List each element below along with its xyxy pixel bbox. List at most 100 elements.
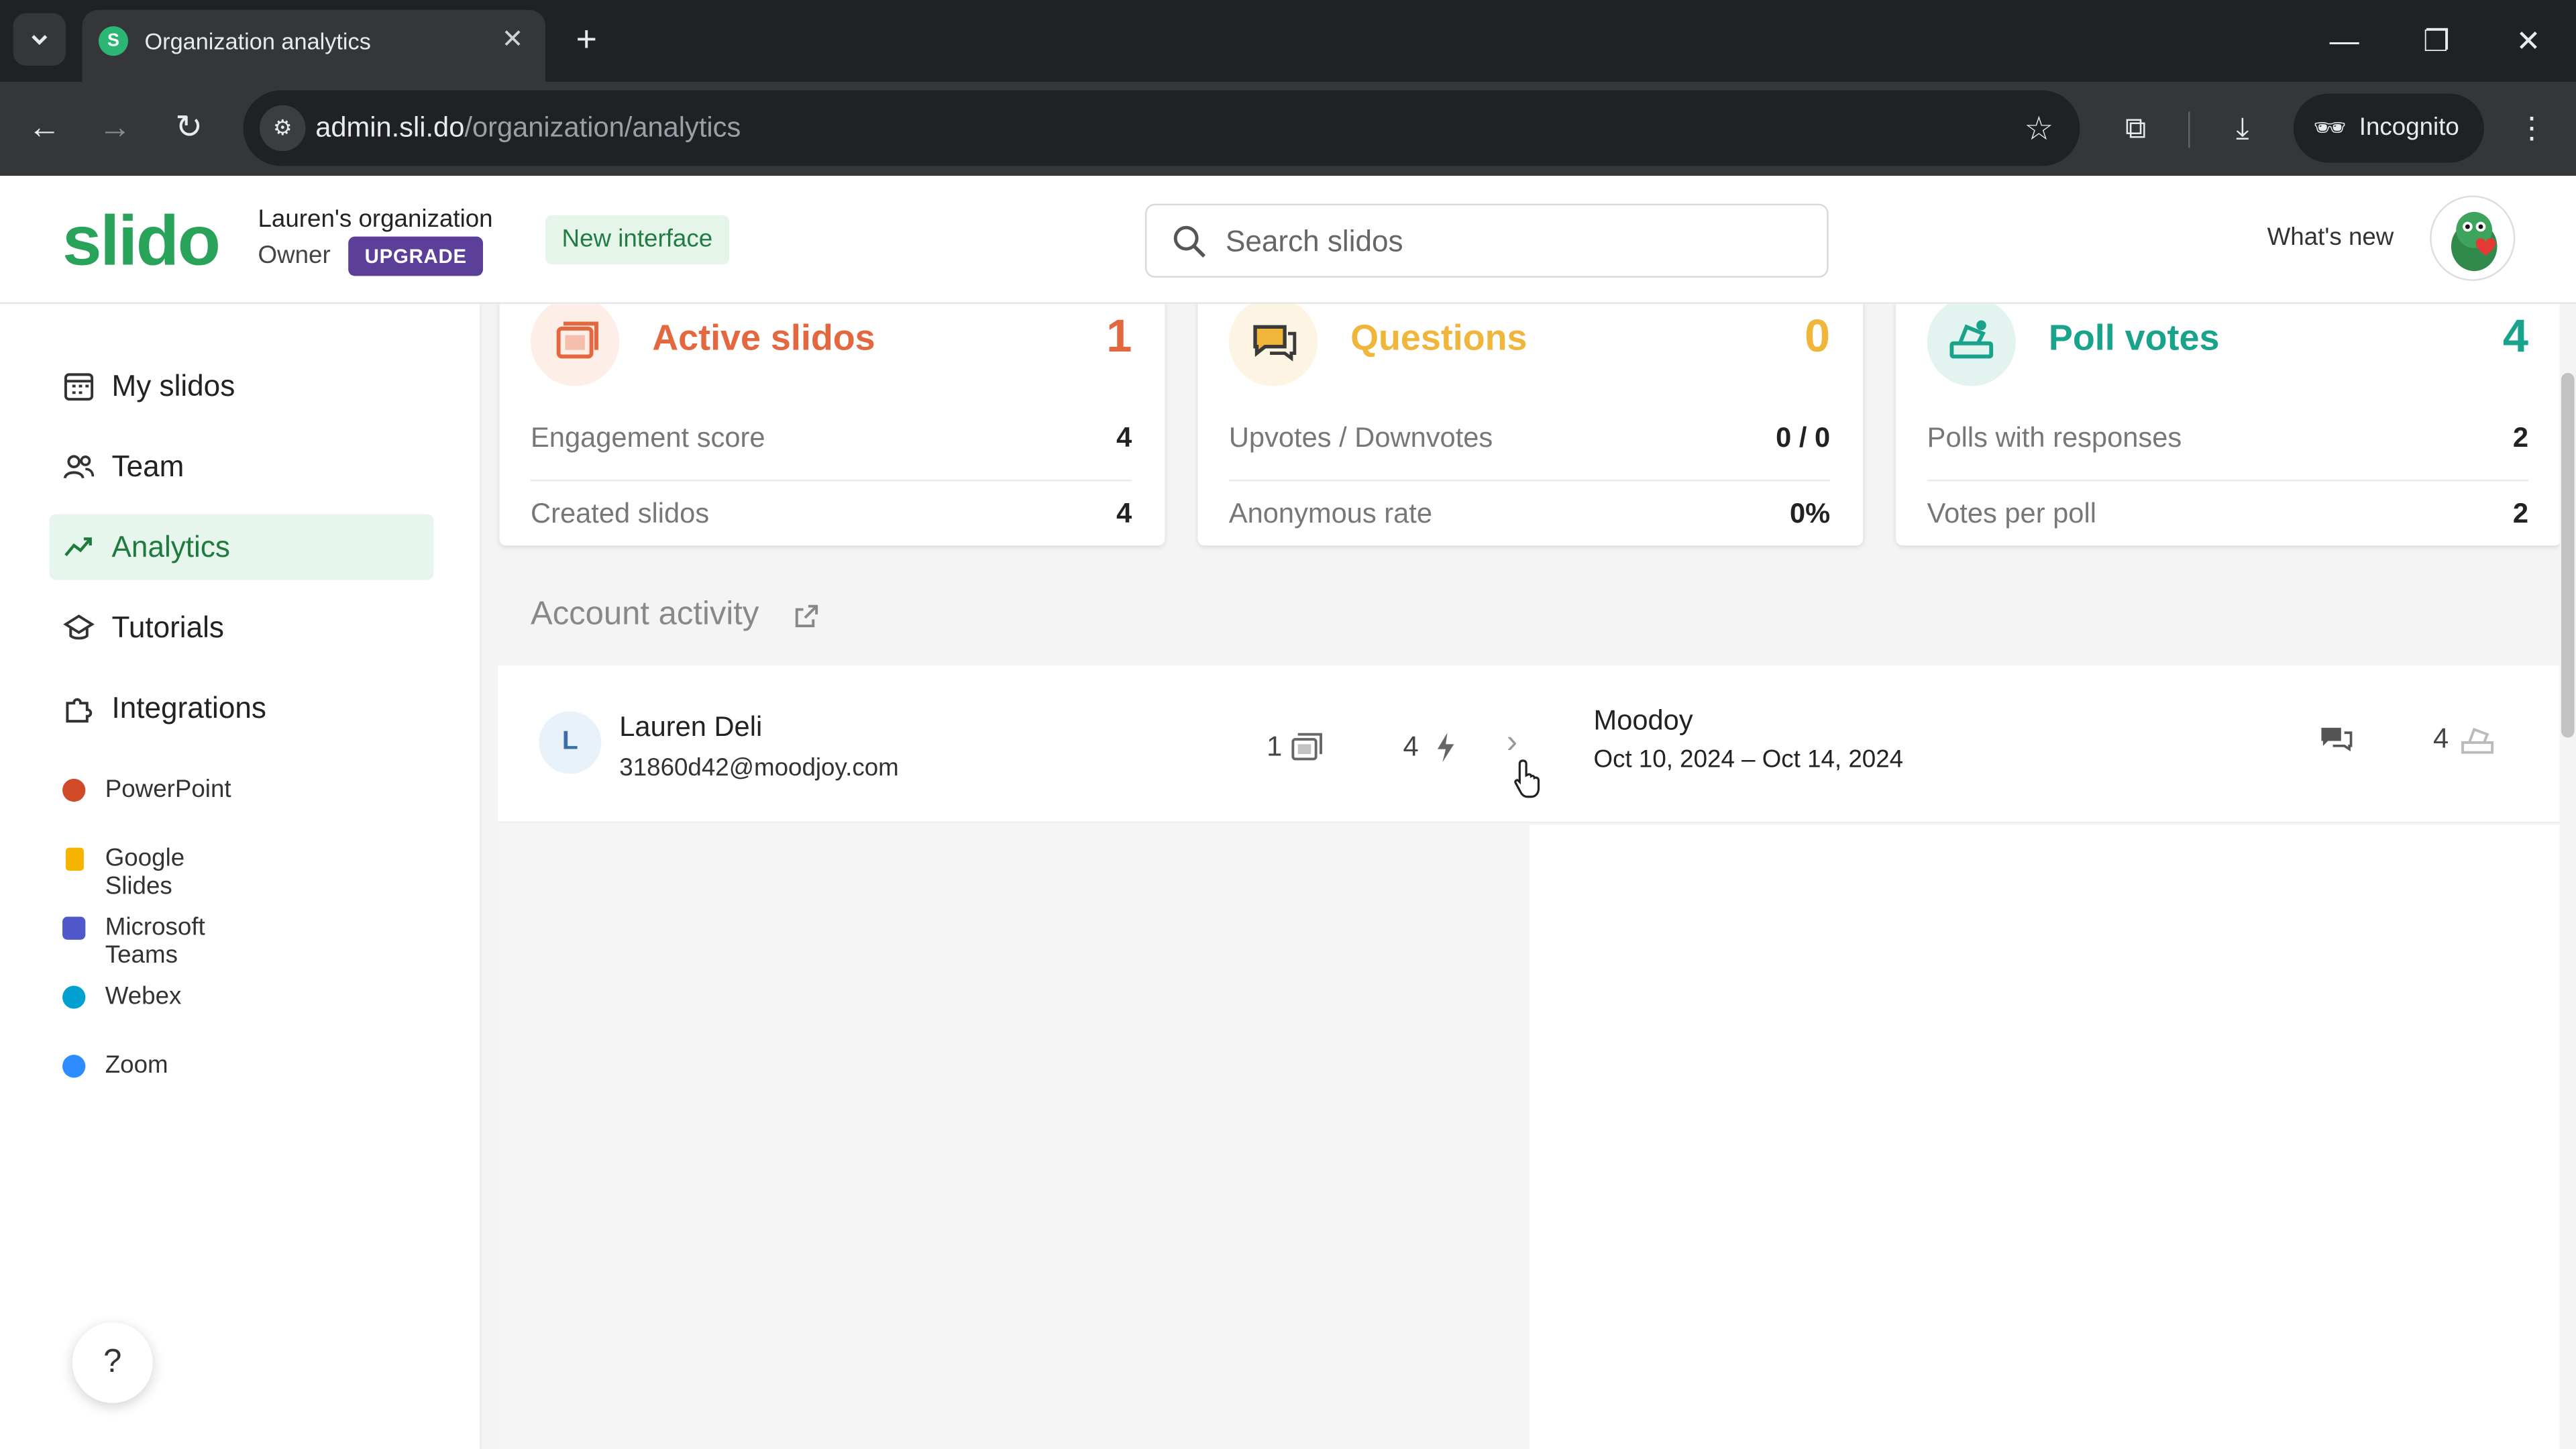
integration-label: Microsoft Teams: [105, 913, 205, 969]
card-row: Polls with responses 2: [1927, 404, 2528, 480]
sidebar-item-my-slidos[interactable]: My slidos: [49, 354, 433, 419]
external-link-icon[interactable]: [794, 603, 820, 629]
sidebar-item-team[interactable]: Team: [49, 434, 433, 500]
sidebar: My slidos Team Analytics Tutorials Integ…: [0, 304, 482, 1449]
chevron-right-icon[interactable]: ›: [1507, 724, 1517, 762]
close-window-icon[interactable]: ✕: [2504, 16, 2553, 65]
card-title: Poll votes: [2048, 317, 2220, 358]
stat-card-questions: Questions 0 Upvotes / Downvotes 0 / 0 An…: [1197, 304, 1864, 546]
slides-stack-icon: [1291, 733, 1322, 761]
site-info-icon[interactable]: ⚙: [259, 105, 306, 152]
row-value: 2: [2512, 422, 2529, 453]
browser-toolbar: ← → ↻ ⚙ admin.sli.do/organization/analyt…: [0, 82, 2576, 176]
extensions-puzzle-icon[interactable]: ⧉: [2112, 105, 2159, 152]
card-row: Anonymous rate 0%: [1229, 480, 1830, 555]
restore-icon[interactable]: ❐: [2412, 16, 2461, 65]
user-name: Lauren Deli: [619, 711, 763, 743]
card-row: Votes per poll 2: [1927, 480, 2528, 555]
event-name[interactable]: Moodoy: [1594, 705, 1693, 738]
bookmark-star-icon[interactable]: ☆: [2024, 109, 2053, 150]
sidebar-item-label: Analytics: [111, 531, 230, 564]
scrollbar-thumb[interactable]: [2561, 372, 2575, 738]
row-value: 0 / 0: [1776, 422, 1831, 453]
row-label: Votes per poll: [1927, 498, 2096, 529]
url-path: /organization/analytics: [464, 111, 741, 144]
row-label: Anonymous rate: [1228, 498, 1433, 529]
close-tab-icon[interactable]: ✕: [496, 25, 529, 58]
row-value: 4: [1116, 498, 1132, 529]
forward-arrow-icon[interactable]: →: [92, 105, 138, 152]
slido-favicon-icon: S: [98, 26, 129, 56]
row-value: 0%: [1789, 498, 1831, 529]
card-row: Upvotes / Downvotes 0 / 0: [1229, 404, 1830, 480]
browser-tab[interactable]: S Organization analytics ✕: [82, 9, 546, 83]
row-label: Upvotes / Downvotes: [1228, 422, 1493, 453]
user-email: 31860d42@moodjoy.com: [619, 754, 899, 782]
incognito-badge[interactable]: 🕶 Incognito: [2293, 93, 2484, 163]
search-icon: [1173, 225, 1206, 258]
reload-icon[interactable]: ↻: [166, 105, 212, 152]
chevron-down-icon: [32, 35, 48, 46]
microsoft-teams-icon: [62, 916, 86, 940]
sidebar-item-integrations[interactable]: Integrations: [49, 676, 433, 741]
help-button[interactable]: ?: [72, 1322, 153, 1403]
user-initial-avatar: L: [539, 711, 602, 774]
puzzle-icon: [66, 698, 93, 723]
incognito-icon: 🕶: [2313, 115, 2347, 144]
lightning-icon: [1437, 733, 1454, 763]
integration-label: Google Slides: [105, 844, 185, 901]
poll-votes-count: 4: [2432, 722, 2449, 755]
minimize-icon[interactable]: —: [2320, 16, 2369, 65]
download-icon[interactable]: ⤓: [2220, 105, 2266, 152]
powerpoint-icon: [62, 778, 86, 802]
row-label: Engagement score: [531, 422, 765, 453]
sidebar-item-analytics[interactable]: Analytics: [49, 514, 434, 580]
slido-logo[interactable]: slido: [62, 202, 221, 282]
sidebar-item-label: Team: [111, 450, 184, 484]
activity-detail-panel: [1529, 824, 2576, 1449]
stat-card-poll-votes: Poll votes 4 Polls with responses 2 Vote…: [1896, 304, 2561, 546]
sidebar-item-tutorials[interactable]: Tutorials: [49, 595, 433, 661]
organization-role: Owner: [258, 241, 331, 270]
tab-search-button[interactable]: [13, 13, 66, 66]
user-avatar[interactable]: [2430, 195, 2516, 281]
integration-label: Zoom: [105, 1051, 168, 1079]
url-text: admin.sli.do/organization/analytics: [315, 112, 741, 145]
trend-icon: [64, 537, 92, 557]
url-host: admin.sli.do: [315, 111, 465, 144]
slidos-count: 1: [1267, 731, 1283, 763]
sidebar-item-label: Integrations: [111, 692, 266, 725]
main-content: Active slidos 1 Engagement score 4 Creat…: [481, 304, 2576, 1449]
stat-card-active-slidos: Active slidos 1 Engagement score 4 Creat…: [499, 304, 1165, 546]
whats-new-link[interactable]: What's new: [2267, 223, 2394, 252]
app-header: slido Lauren's organization Owner UPGRAD…: [0, 176, 2576, 305]
hand-cursor-icon: [1514, 759, 1540, 798]
graduation-cap-icon: [63, 614, 95, 640]
card-title: Questions: [1350, 317, 1527, 358]
activity-list-panel: [498, 824, 1530, 1449]
card-title: Active slidos: [652, 317, 875, 358]
event-dates: Oct 10, 2024 – Oct 14, 2024: [1593, 745, 1904, 774]
search-input[interactable]: [1225, 220, 1801, 263]
menu-kebab-icon[interactable]: ⋮: [2509, 105, 2555, 152]
card-row: Created slidos 4: [531, 480, 1132, 555]
new-interface-button[interactable]: New interface: [545, 215, 729, 265]
row-value: 4: [1116, 422, 1132, 453]
card-value: 1: [1106, 310, 1132, 362]
integration-label: PowerPoint: [105, 775, 231, 804]
new-tab-icon[interactable]: +: [565, 19, 608, 62]
sidebar-item-label: My slidos: [111, 370, 235, 403]
incognito-label: Incognito: [2359, 113, 2459, 142]
search-box[interactable]: [1144, 203, 1829, 278]
poll-vote-icon: [1927, 304, 2016, 386]
calendar-grid-icon: [64, 373, 94, 401]
speech-bubbles-icon: [2321, 727, 2353, 752]
sidebar-item-label: Tutorials: [111, 611, 224, 645]
upgrade-button[interactable]: UPGRADE: [348, 236, 484, 276]
back-arrow-icon[interactable]: ←: [21, 105, 68, 152]
organization-name[interactable]: Lauren's organization: [258, 205, 492, 233]
scrollbar[interactable]: [2559, 304, 2576, 1449]
slides-stack-icon: [531, 304, 620, 386]
address-bar[interactable]: ⚙ admin.sli.do/organization/analytics ☆: [243, 90, 2080, 166]
card-row: Engagement score 4: [531, 404, 1132, 480]
